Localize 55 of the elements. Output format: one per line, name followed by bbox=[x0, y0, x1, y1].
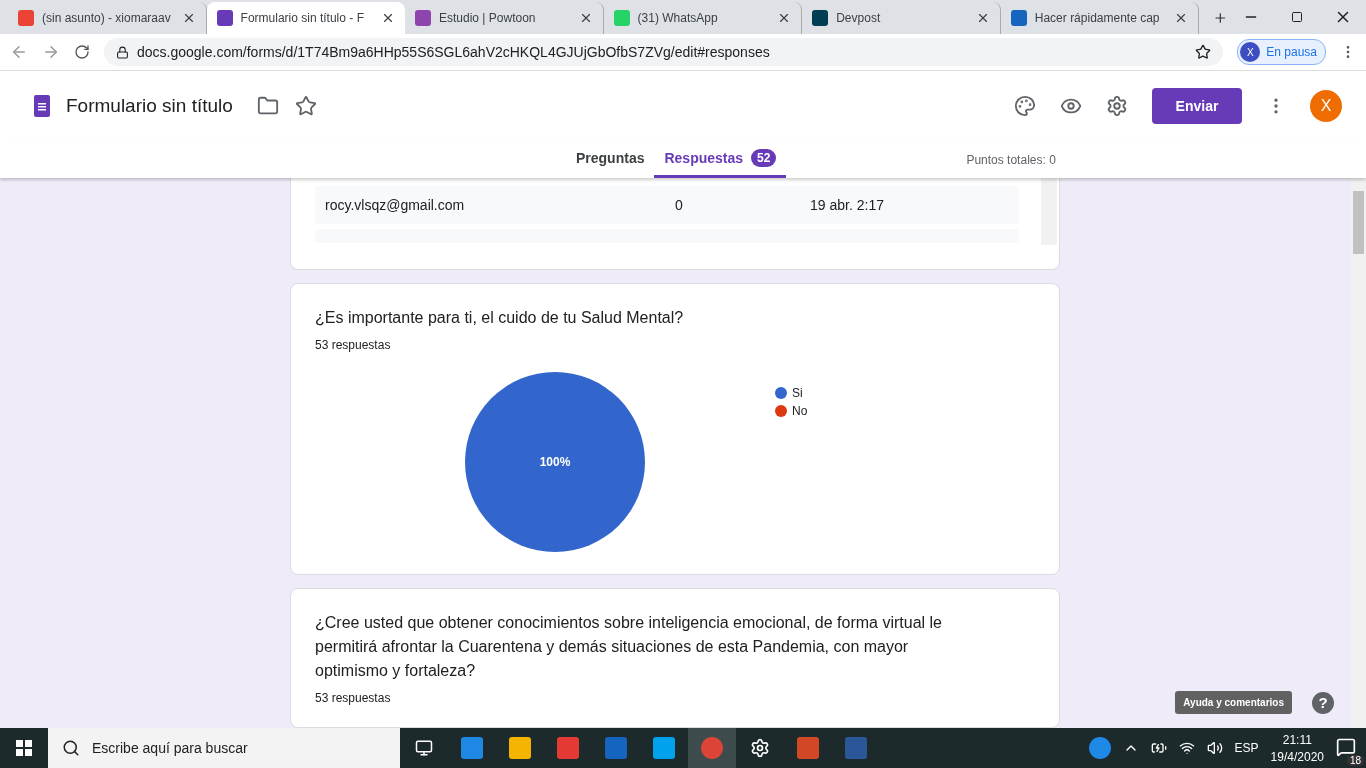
profile-button[interactable]: X En pausa bbox=[1237, 39, 1326, 65]
site-icon bbox=[18, 10, 34, 26]
tooltip: Ayuda y comentarios bbox=[1175, 691, 1292, 714]
question-title: ¿Cree usted que obtener conocimientos sobre inteligencia emocional, de forma virtual le permitirá afrontar la Cuarentena y demás situaciones de esta Pandemia, con mayor optimismo y fortaleza? bbox=[315, 613, 943, 681]
site-icon bbox=[1010, 10, 1027, 26]
notification-count: 18 bbox=[1346, 754, 1364, 766]
palette-icon[interactable] bbox=[1014, 95, 1036, 117]
lock-icon bbox=[116, 45, 129, 59]
total-points: Puntos totales: 0 bbox=[966, 152, 1056, 167]
settings-icon[interactable] bbox=[1106, 95, 1128, 117]
count-badge: 52 bbox=[751, 149, 777, 167]
reload-icon[interactable] bbox=[74, 44, 90, 60]
back-icon[interactable] bbox=[10, 43, 28, 61]
forms-logo-icon bbox=[34, 95, 50, 117]
search-icon bbox=[62, 739, 80, 757]
table-cell-text: 19 abr. 2:17 bbox=[810, 197, 885, 213]
legend-label: Si bbox=[792, 386, 803, 400]
legend-dot bbox=[775, 387, 787, 399]
volume-icon[interactable] bbox=[1206, 740, 1223, 756]
taskbar-search[interactable]: Escribe aquí para buscar bbox=[48, 728, 400, 768]
form-title[interactable]: Formulario sin título bbox=[66, 95, 233, 117]
browser-tab[interactable]: Formulario sin título - F bbox=[206, 2, 405, 34]
star-icon[interactable] bbox=[294, 95, 317, 117]
site-icon bbox=[415, 10, 431, 26]
address-bar[interactable]: docs.google.com/forms/d/1T74Bm9a6HHp55S6SGL6ahV2cHKQL4GJUjGbOfbS7ZVg/edit#responses bbox=[104, 38, 1224, 66]
table-cell-text: 0 bbox=[675, 197, 684, 213]
table-cell-text: rocy.vlsqz@gmail.com bbox=[325, 197, 466, 213]
help-button[interactable]: ? bbox=[1312, 691, 1334, 714]
legend-label: No bbox=[792, 404, 808, 418]
task-view-icon[interactable] bbox=[415, 739, 433, 757]
notifications-icon[interactable] bbox=[1336, 736, 1356, 757]
question-title: ¿Es importante para ti, el cuido de tu Salud Mental? bbox=[315, 308, 685, 328]
response-row[interactable]: rocy.vlsqz@gmail.com 0 19 abr. 2:17 bbox=[315, 186, 1019, 224]
windows-start-icon[interactable] bbox=[16, 740, 32, 756]
bookmark-star-icon[interactable] bbox=[1195, 44, 1212, 60]
folder-icon[interactable] bbox=[256, 95, 279, 117]
forward-icon[interactable] bbox=[42, 43, 60, 61]
battery-icon[interactable] bbox=[1150, 740, 1167, 756]
data-label: 100% bbox=[539, 455, 571, 469]
legend-dot bbox=[775, 405, 787, 417]
scrollbar-thumb[interactable] bbox=[1353, 191, 1364, 254]
form-tab[interactable]: Preguntas bbox=[566, 141, 655, 178]
site-icon bbox=[216, 10, 233, 26]
response-count: 53 respuestas bbox=[315, 338, 392, 352]
language-indicator[interactable]: ESP bbox=[1234, 741, 1259, 755]
response-count: 53 respuestas bbox=[315, 691, 392, 705]
close-icon[interactable] bbox=[381, 11, 395, 25]
wifi-icon[interactable] bbox=[1178, 740, 1195, 756]
send-button[interactable]: Enviar bbox=[1152, 88, 1242, 124]
url-text: docs.google.com/forms/d/1T74Bm9a6HHp55S6SGL6ahV2cHKQL4GJUjGbOfbS7ZVg/edit#responses bbox=[137, 44, 770, 60]
restore-icon[interactable] bbox=[1291, 11, 1303, 23]
clock[interactable]: 21:11 19/4/2020 bbox=[1270, 732, 1324, 764]
scrollbar bbox=[1041, 178, 1057, 245]
site-icon bbox=[613, 10, 630, 26]
site-icon bbox=[812, 10, 829, 26]
